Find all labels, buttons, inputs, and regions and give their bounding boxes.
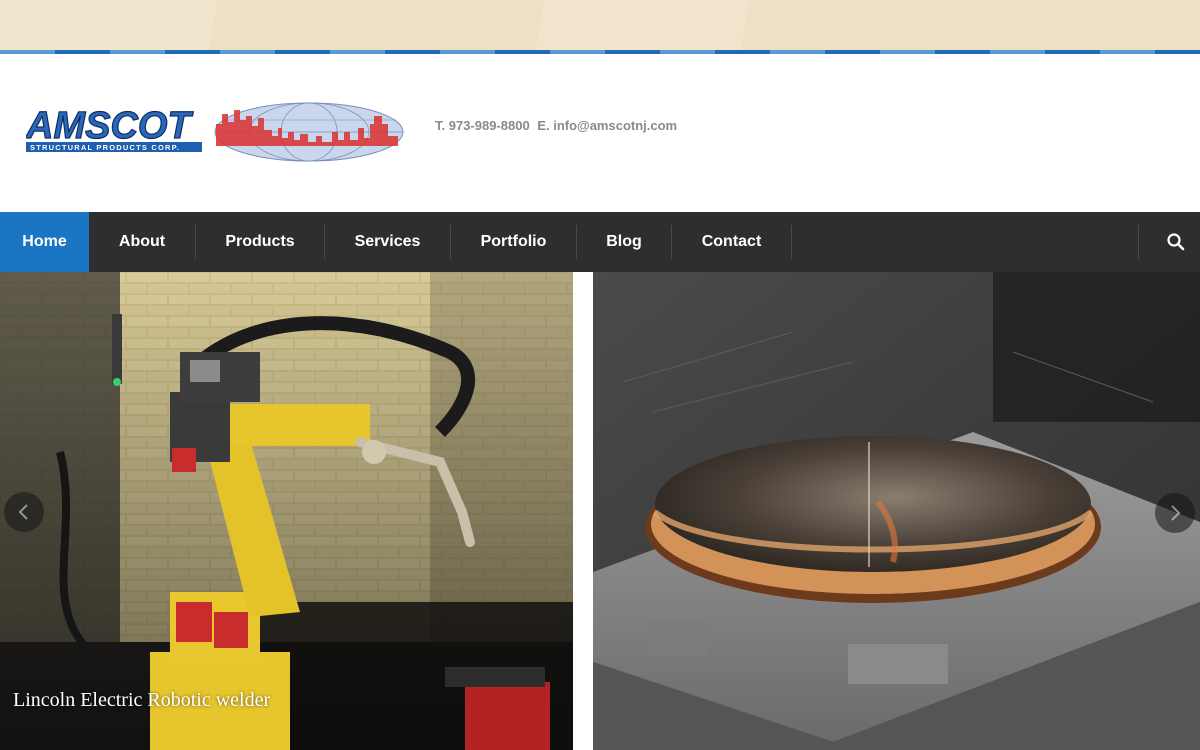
nav-item-products[interactable]: Products bbox=[196, 212, 324, 272]
logo-tagline: STRUCTURAL PRODUCTS CORP. bbox=[30, 143, 180, 152]
logo-graphic: AMSCOT STRUCTURAL PRODUCTS CORP. bbox=[24, 102, 404, 162]
dished-head-photo bbox=[593, 272, 1200, 750]
top-decorative-band bbox=[0, 0, 1200, 50]
logo-wordmark: AMSCOT bbox=[26, 105, 193, 147]
robotic-welder-photo bbox=[0, 272, 573, 750]
nav-item-portfolio[interactable]: Portfolio bbox=[451, 212, 576, 272]
nav-item-blog[interactable]: Blog bbox=[577, 212, 671, 272]
search-icon bbox=[1167, 233, 1185, 251]
chevron-left-icon bbox=[18, 504, 28, 520]
amscot-logo[interactable]: AMSCOT STRUCTURAL PRODUCTS CORP. bbox=[24, 102, 406, 164]
slide-robotic-welder bbox=[0, 272, 573, 750]
nav-separator bbox=[1138, 225, 1139, 259]
nav-item-home[interactable]: Home bbox=[0, 212, 89, 272]
contact-email[interactable]: E. info@amscotnj.com bbox=[537, 118, 677, 133]
nav-item-services[interactable]: Services bbox=[325, 212, 450, 272]
chevron-right-icon bbox=[1171, 505, 1181, 521]
contact-phone[interactable]: T. 973-989-8800 bbox=[435, 118, 530, 133]
slider-next-button[interactable] bbox=[1155, 493, 1195, 533]
search-button[interactable] bbox=[1150, 212, 1200, 272]
site-header: AMSCOT STRUCTURAL PRODUCTS CORP. T. 973-… bbox=[0, 54, 1200, 212]
slide-dished-head bbox=[593, 272, 1200, 750]
nav-separator bbox=[791, 225, 792, 259]
slider-prev-button[interactable] bbox=[4, 492, 44, 532]
nav-item-contact[interactable]: Contact bbox=[672, 212, 791, 272]
hero-slider: Lincoln Electric Robotic welder bbox=[0, 272, 1200, 750]
globe-emblem bbox=[214, 102, 404, 162]
nav-item-about[interactable]: About bbox=[89, 212, 195, 272]
contact-info: T. 973-989-8800 E. info@amscotnj.com bbox=[435, 118, 681, 133]
slide-caption: Lincoln Electric Robotic welder bbox=[13, 689, 271, 711]
main-navigation: Home About Products Services Portfolio B… bbox=[0, 212, 1200, 272]
